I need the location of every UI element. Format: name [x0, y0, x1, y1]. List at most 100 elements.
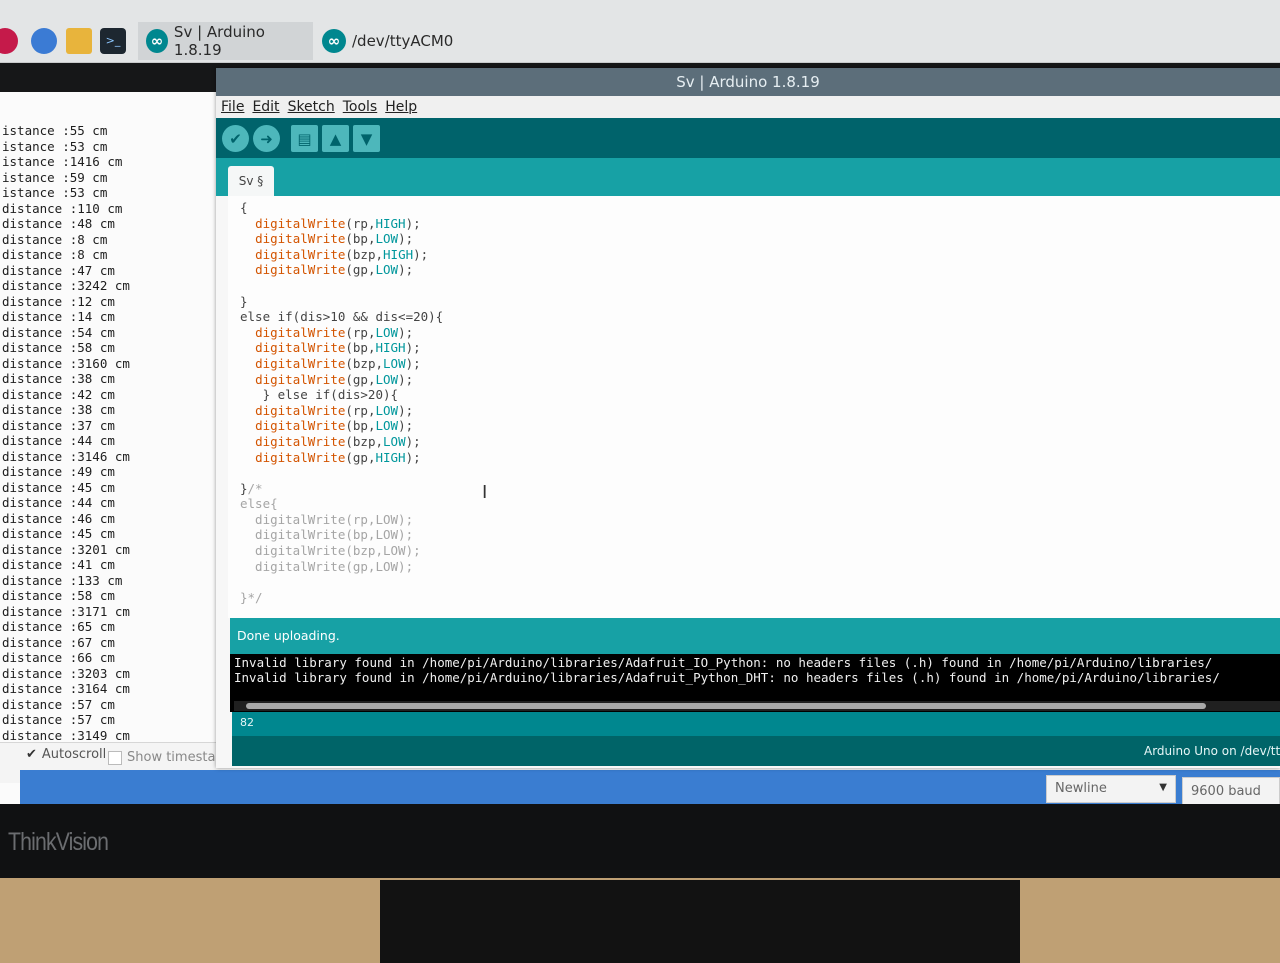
code-token: (rp, — [345, 402, 376, 418]
monitor-brand: ThinkVision — [8, 828, 109, 856]
code-line: digitalWrite(gp,HIGH); — [240, 450, 443, 466]
code-token: (gp, — [345, 449, 376, 465]
chevron-down-icon: ▼ — [1159, 782, 1167, 793]
code-token: ); — [398, 231, 414, 247]
taskbar-item-serial-monitor[interactable]: ∞ /dev/ttyACM0 — [314, 22, 494, 60]
scrollbar-thumb[interactable] — [246, 703, 1206, 709]
code-line: }/* — [240, 481, 443, 497]
serial-line: distance :47 cm — [2, 262, 115, 278]
save-button[interactable]: ▼ — [353, 125, 380, 152]
code-token: ); — [398, 371, 414, 387]
serial-line: distance :8 cm — [2, 231, 108, 247]
code-line: digitalWrite(gp,LOW); — [240, 559, 443, 575]
console-scrollbar[interactable] — [234, 701, 1280, 711]
arrow-down-icon: ▼ — [360, 129, 373, 148]
code-token: ); — [405, 433, 421, 449]
code-token: digitalWrite — [255, 433, 346, 449]
code-token: }*/ — [240, 589, 263, 605]
code-token: digitalWrite(rp,LOW); — [240, 511, 414, 527]
open-button[interactable]: ▲ — [322, 125, 349, 152]
code-token: } else if(dis>20){ — [240, 387, 399, 403]
menu-edit[interactable]: Edit — [252, 99, 279, 115]
code-token: HIGH — [383, 246, 414, 262]
taskbar: >_ ∞ Sv | Arduino 1.8.19 ∞ /dev/ttyACM0 — [0, 0, 1280, 63]
taskbar-item-arduino-ide[interactable]: ∞ Sv | Arduino 1.8.19 — [138, 22, 313, 60]
menu-tools[interactable]: Tools — [343, 99, 378, 115]
window-title: Sv | Arduino 1.8.19 — [216, 68, 1280, 96]
menu-bar: File Edit Sketch Tools Help — [216, 96, 1280, 118]
code-token: (bp, — [345, 231, 376, 247]
autoscroll-checkbox[interactable]: ✔ Autoscroll — [26, 747, 106, 762]
console-line: Invalid library found in /home/pi/Arduin… — [234, 670, 1220, 685]
code-token: /* — [247, 480, 263, 496]
serial-line: distance :57 cm — [2, 712, 115, 727]
serial-line: istance :53 cm — [2, 185, 108, 200]
menu-help[interactable]: Help — [385, 99, 417, 115]
code-line: }*/ — [240, 590, 443, 606]
baud-rate-value: 9600 baud — [1191, 784, 1261, 799]
baud-rate-select[interactable]: 9600 baud — [1182, 777, 1280, 805]
folder-icon[interactable] — [66, 28, 92, 54]
code-line: digitalWrite(rp,LOW); — [240, 403, 443, 419]
check-icon: ✔ — [26, 747, 37, 762]
code-token: digitalWrite — [255, 246, 346, 262]
serial-line: istance :55 cm — [2, 123, 108, 138]
raspberry-icon[interactable] — [0, 28, 18, 54]
verify-button[interactable]: ✔ — [222, 125, 249, 152]
check-icon: ✔ — [229, 129, 242, 148]
arduino-logo-icon: ∞ — [146, 29, 168, 53]
code-token: else if(dis>10 && dis<=20){ — [240, 309, 444, 325]
menu-sketch[interactable]: Sketch — [288, 99, 335, 115]
code-token: ); — [398, 324, 414, 340]
code-token: (gp, — [345, 262, 376, 278]
serial-output: istance :55 cm istance :53 cm istance :141… — [2, 123, 222, 743]
arrow-up-icon: ▲ — [329, 129, 342, 148]
code-token: ); — [405, 449, 421, 465]
code-token: LOW — [375, 418, 399, 434]
checkbox-box — [108, 750, 122, 765]
code-line: { — [240, 200, 443, 216]
serial-line: distance :133 cm — [2, 572, 123, 588]
monitor-bezel — [0, 804, 1280, 884]
upload-button[interactable]: ➜ — [253, 125, 280, 152]
tab-sketch[interactable]: Sv § — [228, 166, 274, 196]
code-token: LOW — [375, 262, 399, 278]
code-token: HIGH — [375, 340, 406, 356]
code-line: digitalWrite(bzp,HIGH); — [240, 247, 443, 263]
serial-line: distance :3171 cm — [2, 603, 130, 619]
terminal-icon[interactable]: >_ — [100, 28, 126, 54]
autoscroll-label: Autoscroll — [41, 747, 107, 762]
line-ending-value: Newline — [1055, 781, 1107, 796]
code-line: } else if(dis>20){ — [240, 387, 443, 403]
code-line: } — [240, 294, 443, 310]
line-ending-select[interactable]: Newline ▼ — [1046, 775, 1176, 803]
code-token: } — [240, 293, 248, 309]
new-button[interactable]: ▤ — [291, 125, 318, 152]
code-token: digitalWrite — [255, 324, 346, 340]
serial-line: distance :48 cm — [2, 216, 115, 231]
serial-line: distance :58 cm — [2, 340, 115, 355]
monitor-stand — [380, 880, 1020, 963]
menu-file[interactable]: File — [221, 99, 244, 115]
code-token: (rp, — [345, 215, 376, 231]
serial-line: distance :46 cm — [2, 510, 115, 526]
board-name: Arduino Uno on /dev/tty — [1144, 744, 1280, 758]
serial-line: distance :14 cm — [2, 309, 115, 324]
serial-line: distance :37 cm — [2, 417, 115, 433]
code-token: (bp, — [345, 340, 376, 356]
code-line: digitalWrite(bp,LOW); — [240, 231, 443, 247]
globe-icon[interactable] — [31, 28, 57, 54]
code-token: digitalWrite — [255, 449, 346, 465]
console-output: Invalid library found in /home/pi/Arduin… — [234, 655, 1220, 685]
code-token: digitalWrite — [255, 215, 346, 231]
tab-strip — [216, 158, 1280, 196]
code-token: (gp, — [345, 371, 376, 387]
terminal-glyph: >_ — [105, 34, 121, 47]
serial-line: distance :3164 cm — [2, 681, 130, 696]
code-token: digitalWrite(bzp,LOW); — [240, 543, 421, 559]
